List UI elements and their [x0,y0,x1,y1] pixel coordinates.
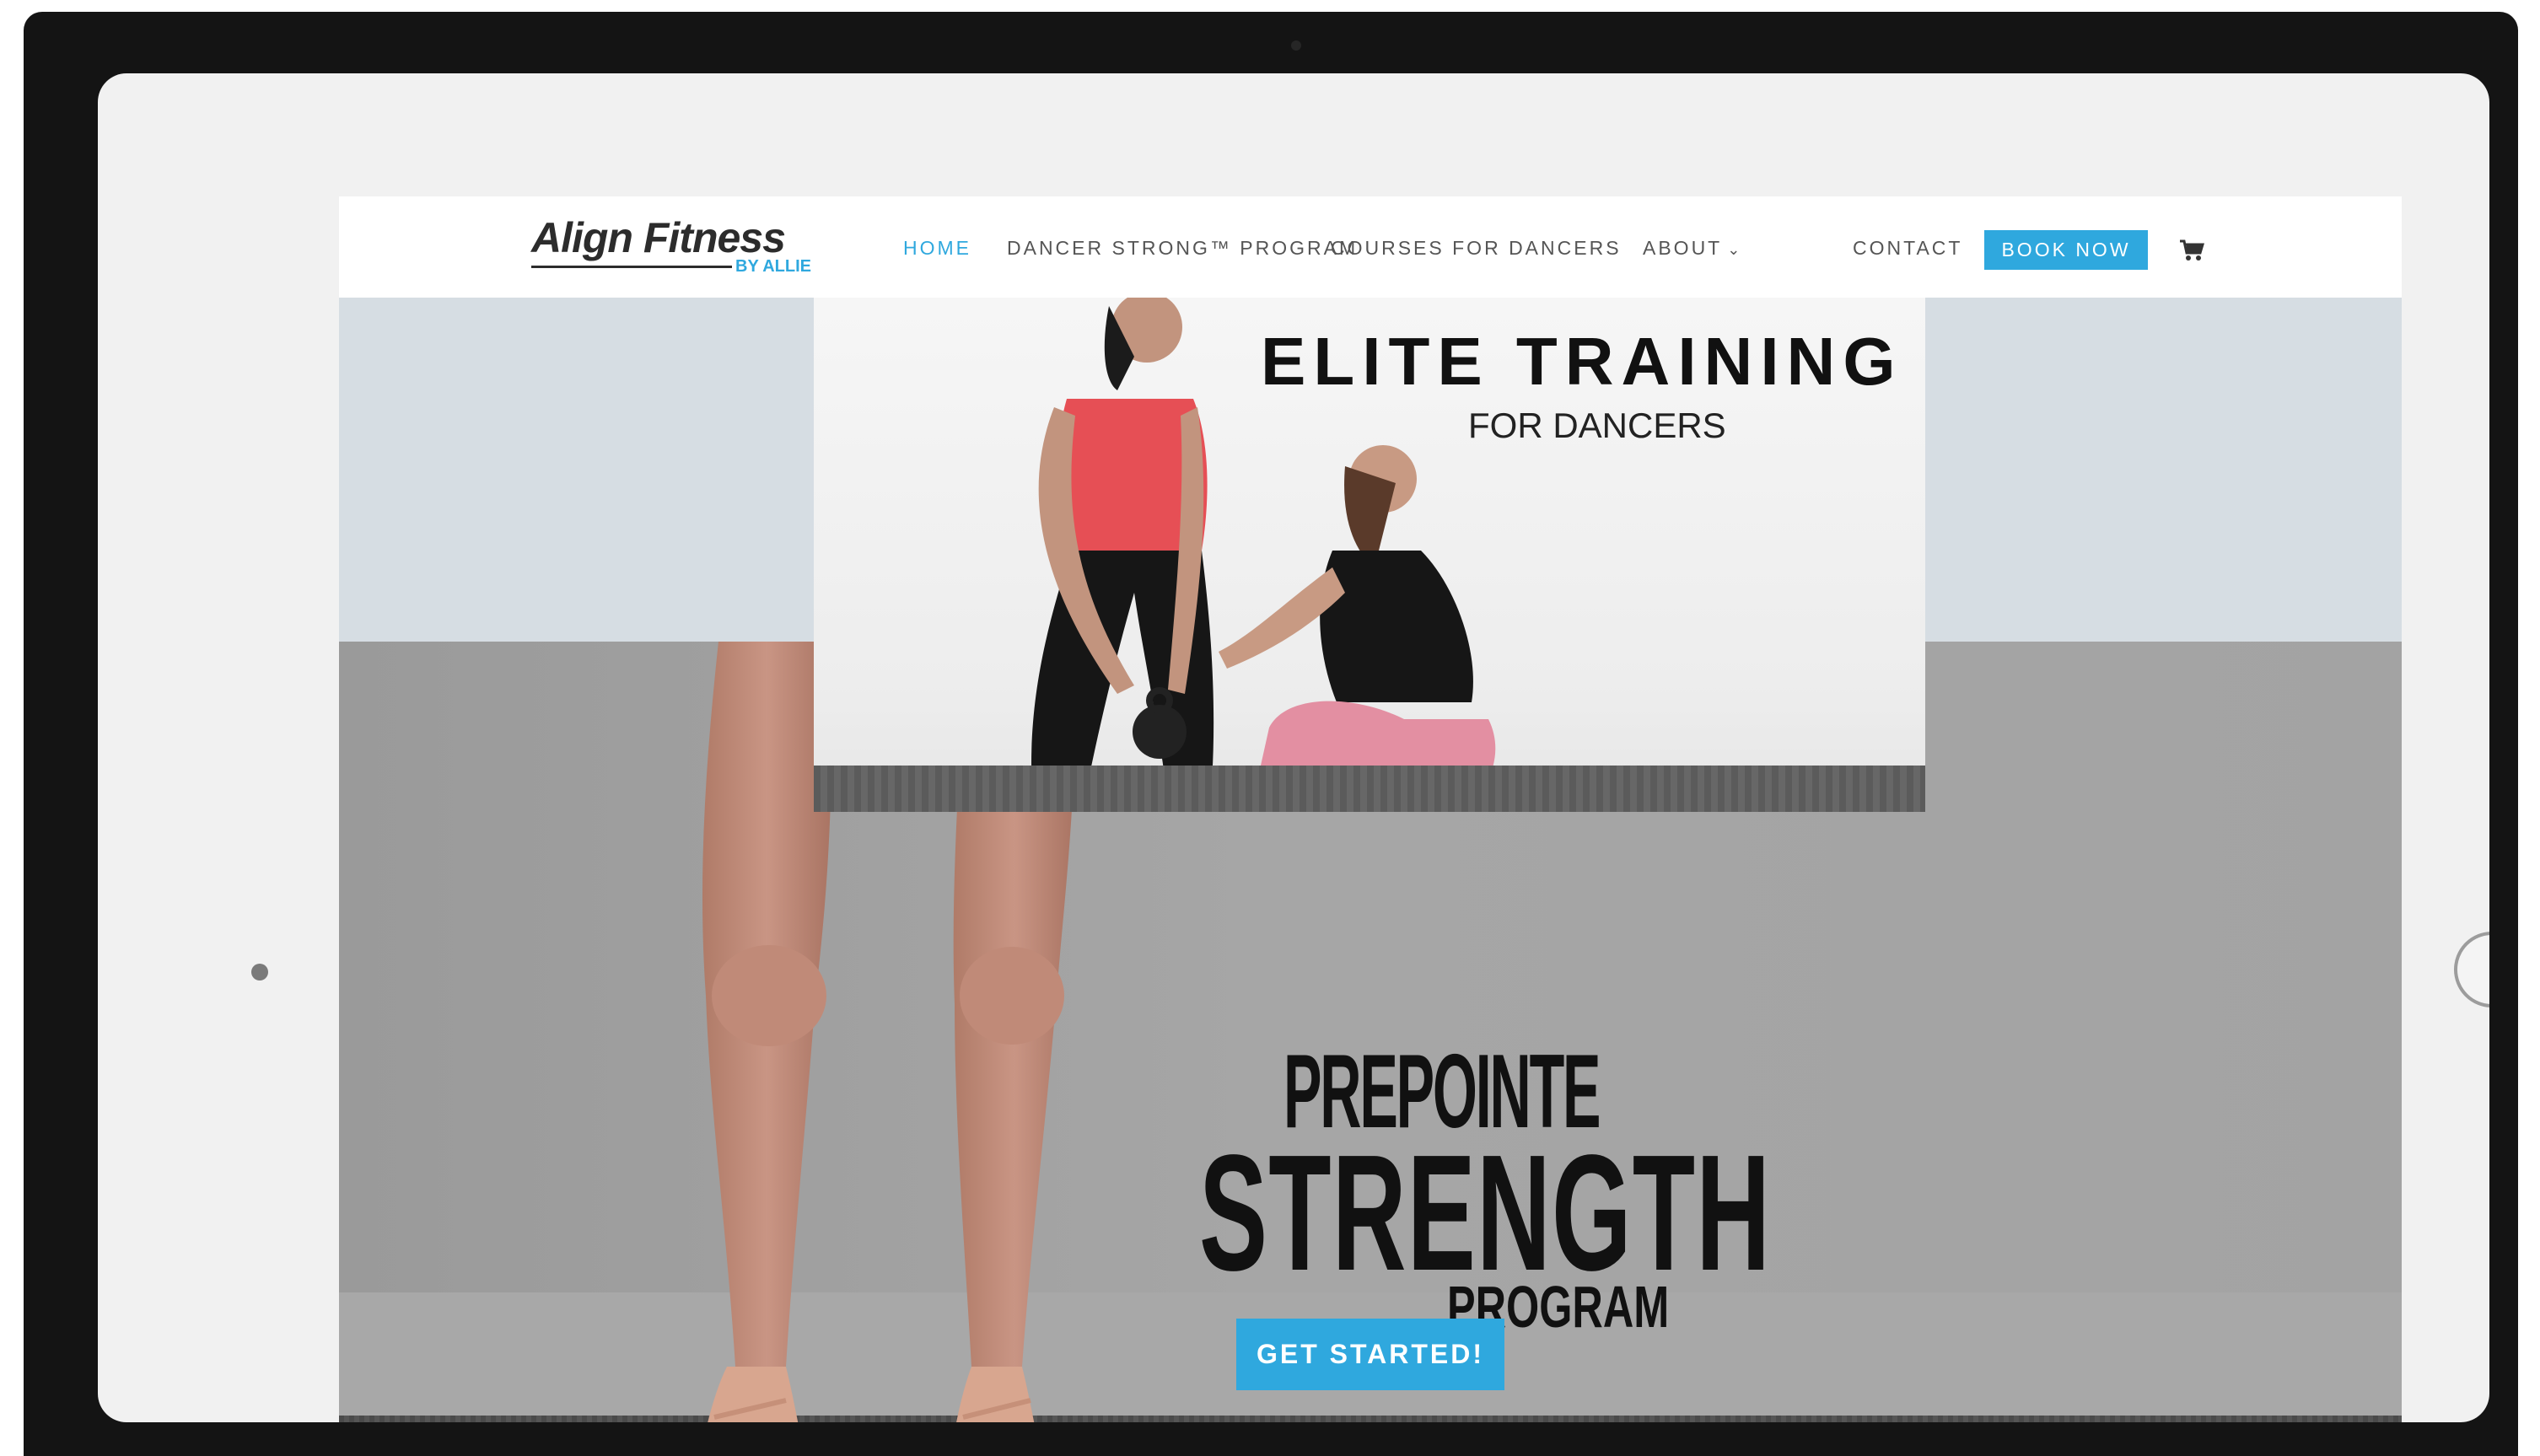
website-screen: Align Fitness BY ALLIE HOME DANCER STRON… [339,196,2402,1422]
nav-contact[interactable]: CONTACT [1853,237,1962,260]
logo-main-text: Align Fitness [531,214,786,261]
side-sensor [251,964,268,981]
promo-floor [814,766,1925,812]
logo-sub-text: BY ALLIE [735,257,812,276]
elite-training-banner: ELITE TRAINING FOR DANCERS [814,298,1925,812]
hero-floor [339,1416,2402,1422]
promo-subtitle: FOR DANCERS [1468,406,1726,445]
chevron-down-icon: ⌄ [1727,241,1743,258]
program-title-strength: STRENGTH [1199,1120,1772,1305]
nav-dancer-strong-program[interactable]: DANCER STRONG™ PROGRAM [1007,237,1358,260]
get-started-button[interactable]: GET STARTED! [1236,1319,1504,1390]
home-button [2454,932,2489,1007]
tablet-frame: Align Fitness BY ALLIE HOME DANCER STRON… [24,12,2518,1456]
nav-about-label: ABOUT [1643,237,1723,259]
site-logo[interactable]: Align Fitness BY ALLIE [531,213,826,284]
front-camera [1291,40,1301,51]
nav-courses-for-dancers[interactable]: COURSES FOR DANCERS [1331,237,1622,260]
promo-title: ELITE TRAINING [1261,324,1903,399]
tablet-bezel: Align Fitness BY ALLIE HOME DANCER STRON… [98,73,2489,1422]
book-now-button[interactable]: BOOK NOW [1984,230,2148,270]
program-title: PREPOINTE STRENGTH PROGRAM [1199,1040,1958,1360]
nav-about[interactable]: ABOUT ⌄ [1643,237,1742,260]
site-header: Align Fitness BY ALLIE HOME DANCER STRON… [339,196,2402,298]
nav-home[interactable]: HOME [903,237,971,260]
logo-underline [531,266,732,268]
cart-icon[interactable] [2179,239,2204,262]
